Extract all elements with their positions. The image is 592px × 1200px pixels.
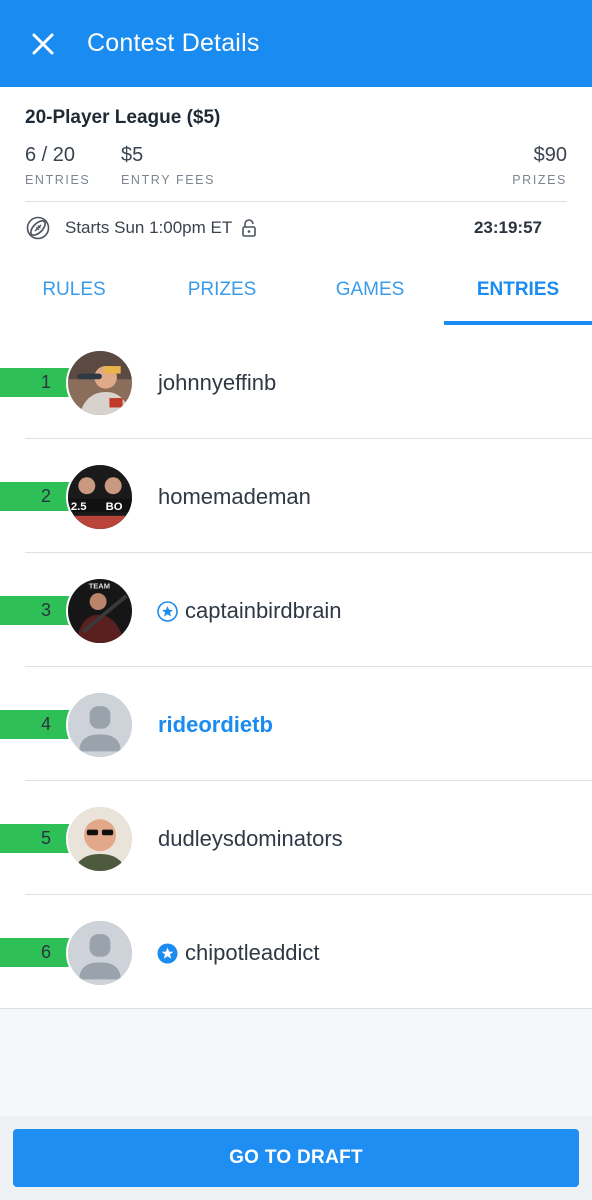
tab-entries[interactable]: ENTRIES: [444, 255, 592, 325]
close-icon: [32, 33, 54, 54]
start-time-text: Starts Sun 1:00pm ET: [65, 218, 233, 237]
contest-name: 20-Player League ($5): [25, 107, 221, 128]
footer-bar: GO TO DRAFT: [0, 1116, 592, 1200]
default-avatar-icon: [66, 691, 134, 759]
list-item[interactable]: 6 chipotleaddict: [0, 895, 592, 1009]
list-item[interactable]: 3 TEAM captainbirdbrain: [0, 553, 592, 667]
list-item[interactable]: 5 dudleysdominators: [0, 781, 592, 895]
close-button[interactable]: [28, 29, 58, 59]
countdown-timer: 23:19:57: [473, 218, 542, 237]
entry-fees-label: ENTRY FEES: [121, 173, 216, 187]
prizes-value: $90: [533, 144, 567, 166]
app-bar: Contest Details: [0, 0, 592, 87]
page-title: Contest Details: [87, 29, 260, 57]
entries-list: 1 johnnyeffinb 2 2.5 BO homemademan 3 TE…: [0, 325, 592, 1009]
entry-username: dudleysdominators: [158, 826, 343, 851]
tab-games[interactable]: GAMES: [296, 255, 444, 325]
verified-star-icon: [157, 943, 178, 964]
verified-star-icon: [157, 601, 178, 622]
default-avatar-icon: [66, 919, 134, 987]
prizes-label: PRIZES: [512, 173, 567, 187]
entry-username: chipotleaddict: [185, 940, 320, 965]
start-time-row: Starts Sun 1:00pm ET 23:19:57: [25, 213, 567, 243]
unlocked-icon: [242, 219, 257, 237]
list-item[interactable]: 2 2.5 BO homemademan: [0, 439, 592, 553]
entry-fees-stat: $5 ENTRY FEES: [121, 144, 215, 187]
prizes-stat: $90 PRIZES: [512, 144, 567, 187]
avatar: [66, 349, 134, 417]
entry-username: captainbirdbrain: [185, 598, 342, 623]
entry-username: johnnyeffinb: [158, 370, 277, 395]
svg-text:TEAM: TEAM: [89, 581, 110, 590]
summary-divider: [25, 201, 567, 202]
avatar: TEAM: [66, 577, 134, 645]
entries-value: 6 / 20: [25, 144, 76, 166]
tab-bar: RULES PRIZES GAMES ENTRIES: [0, 255, 592, 325]
tab-rules[interactable]: RULES: [0, 255, 148, 325]
svg-text:BO: BO: [106, 501, 123, 513]
go-to-draft-button[interactable]: GO TO DRAFT: [13, 1129, 579, 1187]
entry-fees-value: $5: [121, 144, 144, 166]
entry-username: homemademan: [158, 484, 311, 509]
avatar: [66, 805, 134, 873]
list-item[interactable]: 1 johnnyeffinb: [0, 325, 592, 439]
entries-stat: 6 / 20 ENTRIES: [25, 144, 90, 187]
football-icon: [26, 216, 50, 240]
avatar: 2.5 BO: [66, 463, 134, 531]
svg-text:2.5: 2.5: [71, 501, 87, 513]
entry-username: rideordietb: [158, 712, 273, 737]
entries-label: ENTRIES: [25, 173, 91, 187]
list-item[interactable]: 4 rideordietb: [0, 667, 592, 781]
tab-prizes[interactable]: PRIZES: [148, 255, 296, 325]
